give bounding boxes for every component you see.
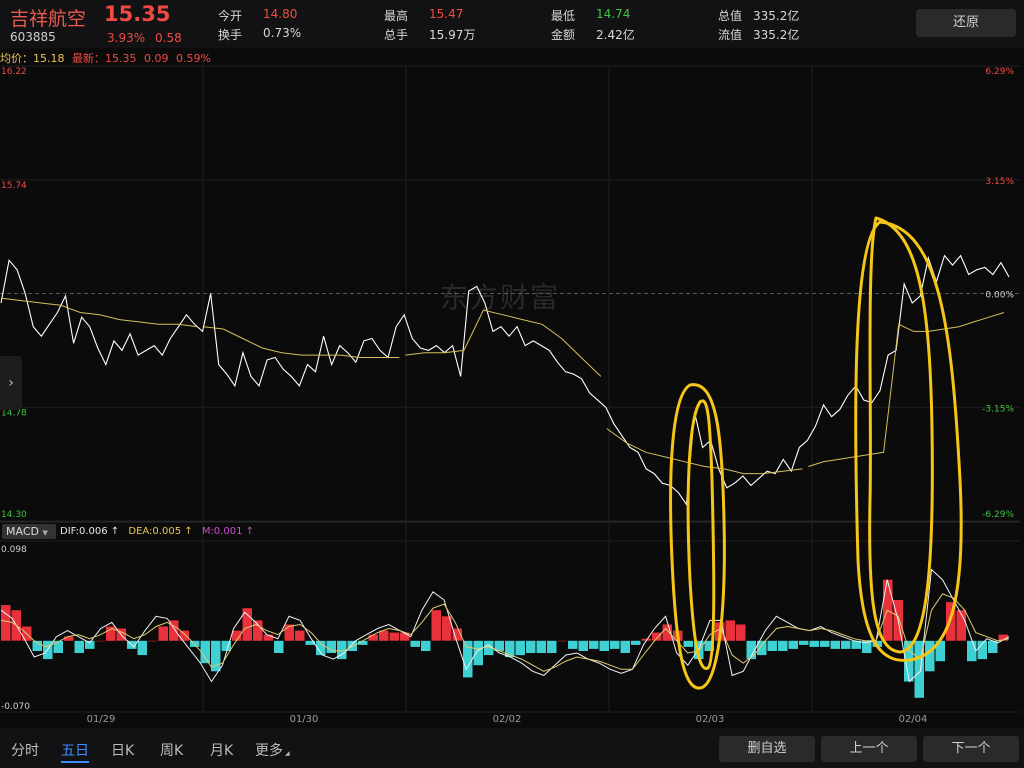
macd-bar bbox=[799, 640, 809, 645]
macd-bar bbox=[274, 640, 284, 653]
dea-value: DEA:0.005 ↑ bbox=[128, 526, 193, 537]
macd-bar bbox=[589, 640, 599, 649]
tab-1[interactable]: 五日 bbox=[61, 740, 89, 763]
macd-bar bbox=[515, 640, 525, 656]
macd-bar bbox=[652, 632, 662, 641]
macd-bar bbox=[725, 620, 735, 641]
macd-bar bbox=[200, 640, 210, 664]
macd-bar bbox=[347, 640, 357, 651]
tab-label: 更多 bbox=[255, 743, 283, 759]
macd-bar bbox=[379, 630, 389, 641]
x-tick-label: 02/04 bbox=[899, 714, 928, 725]
tab-2[interactable]: 日K bbox=[111, 740, 134, 760]
macd-bar bbox=[473, 640, 483, 666]
average-series-line bbox=[203, 326, 400, 358]
macd-bar bbox=[620, 640, 630, 653]
tab-label: 日K bbox=[111, 743, 135, 759]
next-stock-button[interactable]: 下一个 bbox=[923, 736, 1019, 762]
macd-bar bbox=[421, 640, 431, 651]
axis-labels: 16.2215.7414.7814.306.29%3.15%0.00%-3.15… bbox=[1, 67, 1014, 725]
tab-label: 五日 bbox=[61, 743, 89, 759]
macd-bar bbox=[74, 640, 84, 653]
dea-line bbox=[0, 593, 1010, 672]
macd-bar bbox=[610, 640, 620, 649]
y-tick-left: 14.30 bbox=[1, 510, 27, 520]
y-tick-right: -3.15% bbox=[982, 404, 1014, 414]
price-chart bbox=[0, 254, 1010, 506]
average-series-line bbox=[1, 297, 198, 328]
macd-bar bbox=[158, 626, 168, 641]
macd-bar bbox=[148, 640, 158, 642]
macd-bar bbox=[599, 640, 609, 651]
macd-bar bbox=[95, 640, 105, 642]
macd-bar bbox=[925, 640, 935, 672]
tab-0[interactable]: 分时 bbox=[11, 740, 39, 760]
macd-bar bbox=[526, 640, 536, 653]
macd-bar bbox=[137, 640, 147, 656]
tab-label: 周K bbox=[160, 743, 184, 759]
macd-bar bbox=[431, 610, 441, 641]
remove-favorite-button[interactable]: 删自选 bbox=[719, 736, 815, 762]
chevron-down-icon: ▼ bbox=[42, 529, 48, 537]
x-tick-label: 01/29 bbox=[87, 714, 116, 725]
x-tick-label: 02/02 bbox=[493, 714, 522, 725]
macd-bar bbox=[557, 640, 567, 642]
y-tick-right: 0.00% bbox=[985, 291, 1014, 301]
macd-bar bbox=[809, 640, 819, 647]
macd-bar bbox=[547, 640, 557, 653]
macd-bar bbox=[631, 640, 641, 645]
macd-bar bbox=[1, 605, 11, 641]
macd-bar bbox=[683, 640, 693, 647]
indicator-label: MACD bbox=[6, 525, 39, 538]
chart-grid bbox=[0, 65, 1020, 713]
macd-bar bbox=[410, 640, 420, 647]
macd-bar bbox=[253, 620, 263, 641]
macd-chart bbox=[0, 568, 1010, 698]
macd-bar bbox=[568, 640, 578, 649]
macd-y-tick: 0.098 bbox=[1, 545, 27, 555]
tab-4[interactable]: 月K bbox=[210, 740, 233, 760]
macd-bar bbox=[820, 640, 830, 647]
y-tick-right: 6.29% bbox=[985, 67, 1014, 77]
macd-bar bbox=[53, 640, 63, 653]
tab-label: 月K bbox=[210, 743, 234, 759]
indicator-select[interactable]: MACD ▼ bbox=[2, 524, 56, 539]
price-series-line bbox=[0, 254, 1010, 506]
y-tick-right: -6.29% bbox=[982, 510, 1014, 520]
macd-bar bbox=[295, 630, 305, 641]
macd-bar bbox=[767, 640, 777, 651]
average-series-line bbox=[808, 312, 1005, 467]
more-icon: ◢ bbox=[285, 750, 290, 757]
chart-canvas: 16.2215.7414.7814.306.29%3.15%0.00%-3.15… bbox=[0, 65, 1020, 725]
tab-5[interactable]: 更多 ◢ bbox=[255, 740, 290, 760]
dif-line bbox=[0, 568, 1010, 683]
macd-bar bbox=[578, 640, 588, 651]
macd-bar bbox=[788, 640, 798, 649]
m-value: M:0.001 ↑ bbox=[201, 526, 254, 537]
y-tick-left: 15.74 bbox=[1, 181, 27, 191]
macd-bar bbox=[736, 624, 746, 641]
macd-legend: DIF:0.006 ↑ DEA:0.005 ↑ M:0.001 ↑ bbox=[60, 524, 254, 539]
macd-bar bbox=[463, 640, 473, 678]
expand-side-panel-button[interactable]: › bbox=[0, 356, 22, 410]
tab-label: 分时 bbox=[11, 743, 39, 759]
y-tick-left: 16.22 bbox=[1, 67, 27, 77]
macd-bar bbox=[389, 632, 399, 641]
macd-bar bbox=[179, 630, 189, 641]
macd-bar bbox=[830, 640, 840, 649]
macd-bar bbox=[536, 640, 546, 653]
x-tick-label: 01/30 bbox=[290, 714, 319, 725]
dif-value: DIF:0.006 ↑ bbox=[60, 526, 120, 537]
macd-bar bbox=[778, 640, 788, 651]
average-series-line bbox=[405, 309, 602, 377]
macd-y-tick: -0.070 bbox=[1, 702, 30, 712]
previous-stock-button[interactable]: 上一个 bbox=[821, 736, 917, 762]
macd-bar bbox=[967, 640, 977, 662]
x-tick-label: 02/03 bbox=[696, 714, 725, 725]
y-tick-right: 3.15% bbox=[985, 177, 1014, 187]
macd-bar bbox=[841, 640, 851, 649]
tab-3[interactable]: 周K bbox=[160, 740, 183, 760]
